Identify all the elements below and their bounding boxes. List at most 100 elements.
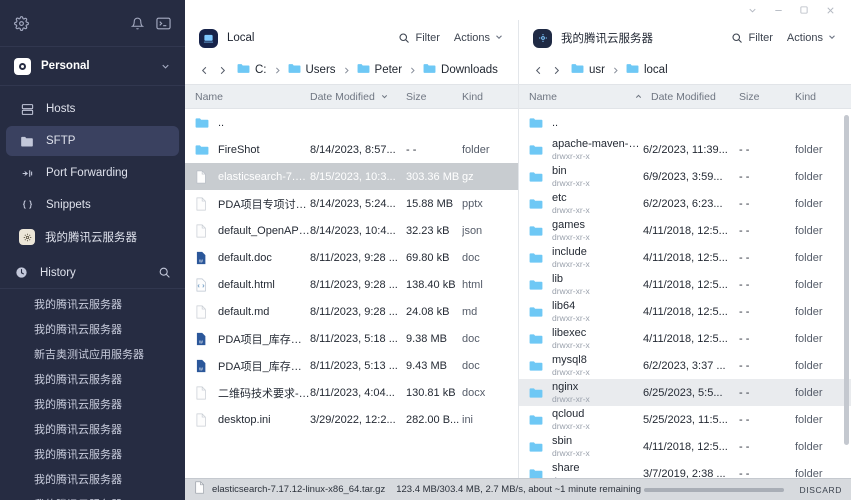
local-file-list[interactable]: .. FireShot 8/14/2023, 8:57... - - folde… — [185, 109, 518, 478]
column-label: Kind — [795, 90, 817, 103]
breadcrumb-separator — [408, 66, 417, 75]
maximize-button[interactable] — [791, 1, 817, 19]
file-icon — [195, 386, 210, 400]
history-item[interactable]: 我的腾讯云服务器 — [0, 442, 185, 467]
clock-icon — [12, 266, 30, 279]
doc-icon: W — [195, 332, 210, 346]
breadcrumb-item[interactable]: Users — [288, 61, 336, 79]
sidebar-item-hosts[interactable]: Hosts — [6, 94, 179, 124]
discard-button[interactable]: DISCARD — [800, 485, 842, 495]
table-row[interactable]: .. — [185, 109, 518, 136]
local-actions-button[interactable]: Actions — [454, 32, 504, 45]
remote-forward-button[interactable] — [547, 60, 565, 80]
table-row[interactable]: include drwxr-xr-x 4/11/2018, 12:5... - … — [519, 244, 851, 271]
sidebar-item-my-tencent-cloud-server[interactable]: 我的腾讯云服务器 — [6, 222, 179, 252]
terminal-icon[interactable] — [156, 17, 171, 30]
sidebar-item-snippets[interactable]: Snippets — [6, 190, 179, 220]
chevron-down-icon — [827, 32, 837, 45]
table-row[interactable]: default.html 8/11/2023, 9:28 ... 138.40 … — [185, 271, 518, 298]
history-item[interactable]: 我的腾讯云服务器 — [0, 467, 185, 492]
history-item[interactable]: 我的腾讯云服务器 — [0, 292, 185, 317]
remote-list-scrollbar[interactable] — [844, 115, 849, 445]
column-header-kind[interactable]: Kind — [462, 91, 508, 103]
table-row[interactable]: sbin drwxr-xr-x 4/11/2018, 12:5... - - f… — [519, 433, 851, 460]
sidebar-item-sftp[interactable]: SFTP — [6, 126, 179, 156]
table-row[interactable]: bin drwxr-xr-x 6/9/2023, 3:59... - - fol… — [519, 163, 851, 190]
file-size: - - — [739, 386, 750, 399]
file-permissions: drwxr-xr-x — [552, 286, 590, 296]
table-row[interactable]: .. — [519, 109, 851, 136]
breadcrumb-item[interactable]: usr — [571, 61, 605, 79]
table-row[interactable]: FireShot 8/14/2023, 8:57... - - folder — [185, 136, 518, 163]
folder-icon — [529, 441, 544, 453]
column-header-size[interactable]: Size — [406, 91, 462, 103]
file-date: 6/9/2023, 3:59... — [643, 170, 723, 183]
gear-icon[interactable] — [14, 15, 29, 31]
history-item[interactable]: 我的腾讯云服务器 — [0, 417, 185, 442]
table-row[interactable]: W PDA项目_库存管控_业务蓝... 8/11/2023, 5:13 ... … — [185, 352, 518, 379]
account-switcher[interactable]: Personal — [0, 46, 185, 86]
local-filter-button[interactable]: Filter — [398, 32, 440, 44]
table-row[interactable]: W default.doc 8/11/2023, 9:28 ... 69.80 … — [185, 244, 518, 271]
file-size: - - — [739, 197, 750, 210]
minimize-button[interactable] — [765, 1, 791, 19]
breadcrumb-item[interactable]: Downloads — [423, 61, 498, 79]
remote-filter-button[interactable]: Filter — [731, 32, 773, 44]
breadcrumb-item[interactable]: Peter — [357, 61, 402, 79]
table-row[interactable]: W PDA项目_库存管控_业务蓝... 8/11/2023, 5:18 ... … — [185, 325, 518, 352]
hosts-icon — [18, 103, 36, 116]
column-header-size[interactable]: Size — [739, 91, 795, 103]
table-row[interactable]: desktop.ini 3/29/2022, 12:2... 282.00 B.… — [185, 406, 518, 433]
folder-icon — [529, 306, 544, 318]
remote-back-button[interactable] — [529, 60, 547, 80]
table-row[interactable]: default_OpenAPI.json 8/14/2023, 10:4... … — [185, 217, 518, 244]
table-row[interactable]: default.md 8/11/2023, 9:28 ... 24.08 kB … — [185, 298, 518, 325]
file-name: bin — [552, 165, 567, 177]
table-row[interactable]: games drwxr-xr-x 4/11/2018, 12:5... - - … — [519, 217, 851, 244]
search-icon[interactable] — [155, 266, 173, 279]
table-row[interactable]: mysql8 drwxr-xr-x 6/2/2023, 3:37 ... - -… — [519, 352, 851, 379]
file-kind: folder — [795, 197, 823, 210]
file-kind: folder — [795, 278, 823, 291]
history-item[interactable]: 我的腾讯云服务器 — [0, 367, 185, 392]
table-row[interactable]: qcloud drwxr-xr-x 5/25/2023, 11:5... - -… — [519, 406, 851, 433]
sidebar-item-port-forwarding[interactable]: Port Forwarding — [6, 158, 179, 188]
collapse-button[interactable] — [739, 1, 765, 19]
column-header-name[interactable]: Name — [529, 91, 629, 103]
column-header-date-modified[interactable]: Date Modified — [643, 91, 739, 103]
column-header-name[interactable]: Name — [195, 91, 310, 103]
local-forward-button[interactable] — [213, 60, 231, 80]
table-row[interactable]: libexec drwxr-xr-x 4/11/2018, 12:5... - … — [519, 325, 851, 352]
table-row-selected[interactable]: elasticsearch-7.17.12-linux-x8... 8/15/2… — [185, 163, 518, 190]
file-date: 8/11/2023, 9:28 ... — [310, 251, 398, 264]
remote-actions-button[interactable]: Actions — [787, 32, 837, 45]
history-item[interactable]: 我的腾讯云服务器 — [0, 317, 185, 342]
table-row[interactable]: PDA项目专项讨论.pptx 8/14/2023, 5:24... 15.88 … — [185, 190, 518, 217]
history-item[interactable]: 我的腾讯云服务器 — [0, 392, 185, 417]
history-item[interactable]: 新吉奥测试应用服务器 — [0, 342, 185, 367]
table-row[interactable]: lib64 drwxr-xr-x 4/11/2018, 12:5... - - … — [519, 298, 851, 325]
breadcrumb-item[interactable]: local — [626, 61, 668, 79]
file-kind: html — [462, 278, 483, 291]
column-header-kind[interactable]: Kind — [795, 91, 841, 103]
file-permissions: drwxr-xr-x — [552, 178, 590, 188]
search-icon — [398, 32, 410, 44]
file-size: 138.40 kB — [406, 278, 456, 291]
bell-icon[interactable] — [131, 17, 144, 30]
folder-icon — [195, 144, 210, 156]
table-row-hover[interactable]: nginx drwxr-xr-x 6/25/2023, 5:5... - - f… — [519, 379, 851, 406]
file-name: 二维码技术要求-仓库.docx — [218, 387, 310, 400]
table-row[interactable]: lib drwxr-xr-x 4/11/2018, 12:5... - - fo… — [519, 271, 851, 298]
column-header-date-modified[interactable]: Date Modified — [310, 91, 406, 103]
breadcrumb-item[interactable]: C: — [237, 61, 267, 79]
file-date: 3/7/2019, 2:38 ... — [643, 467, 726, 479]
table-row[interactable]: apache-maven-3.9.2 drwxr-xr-x 6/2/2023, … — [519, 136, 851, 163]
table-row[interactable]: 二维码技术要求-仓库.docx 8/11/2023, 4:04... 130.8… — [185, 379, 518, 406]
close-button[interactable] — [817, 1, 843, 19]
local-back-button[interactable] — [195, 60, 213, 80]
table-row[interactable]: etc drwxr-xr-x 6/2/2023, 6:23... - - fol… — [519, 190, 851, 217]
history-item[interactable]: 我的腾讯云服务器 — [0, 492, 185, 500]
remote-file-list[interactable]: .. apache-maven-3.9.2 drwxr-xr-x 6/2/202… — [519, 109, 851, 478]
table-row[interactable]: share drwxr-xr-x 3/7/2019, 2:38 ... - - … — [519, 460, 851, 478]
chevron-down-icon[interactable] — [160, 61, 171, 72]
